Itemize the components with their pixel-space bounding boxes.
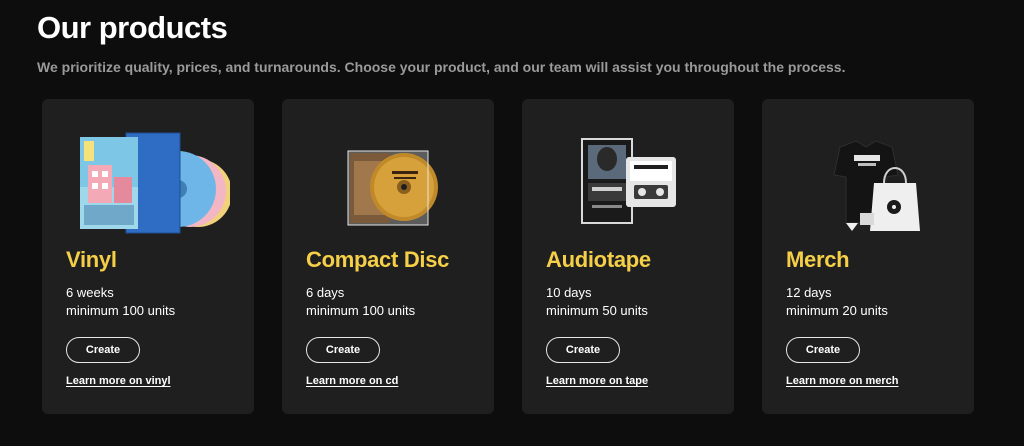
lead-time: 10 days (546, 285, 592, 300)
create-merch-button[interactable]: Create (786, 337, 860, 363)
lead-time: 12 days (786, 285, 832, 300)
page-title: Our products (37, 10, 228, 45)
page-subtitle: We prioritize quality, prices, and turna… (37, 59, 846, 75)
minimum-units: minimum 50 units (546, 303, 648, 318)
product-card-compact-disc: Compact Disc 6 days minimum 100 units Cr… (282, 99, 494, 414)
product-name: Vinyl (66, 247, 117, 272)
vinyl-records-icon (66, 127, 230, 237)
product-card-merch: Merch 12 days minimum 20 units Create Le… (762, 99, 974, 414)
learn-more-cd-link[interactable]: Learn more on cd (306, 375, 398, 387)
learn-more-tape-link[interactable]: Learn more on tape (546, 375, 648, 387)
minimum-units: minimum 100 units (66, 303, 176, 318)
create-tape-button[interactable]: Create (546, 337, 620, 363)
learn-more-merch-link[interactable]: Learn more on merch (786, 375, 898, 387)
compact-disc-icon (306, 127, 470, 237)
learn-more-vinyl-link[interactable]: Learn more on vinyl (66, 375, 171, 387)
minimum-units: minimum 100 units (306, 303, 416, 318)
create-cd-button[interactable]: Create (306, 337, 380, 363)
product-name: Compact Disc (306, 247, 450, 272)
create-vinyl-button[interactable]: Create (66, 337, 140, 363)
cassette-tape-icon (546, 127, 710, 237)
lead-time: 6 weeks (66, 285, 114, 300)
minimum-units: minimum 20 units (786, 303, 888, 318)
product-name: Audiotape (546, 247, 651, 272)
product-card-vinyl: Vinyl 6 weeks minimum 100 units Create L… (42, 99, 254, 414)
product-name: Merch (786, 247, 850, 272)
merch-icon (786, 127, 950, 237)
lead-time: 6 days (306, 285, 345, 300)
product-card-audiotape: Audiotape 10 days minimum 50 units Creat… (522, 99, 734, 414)
